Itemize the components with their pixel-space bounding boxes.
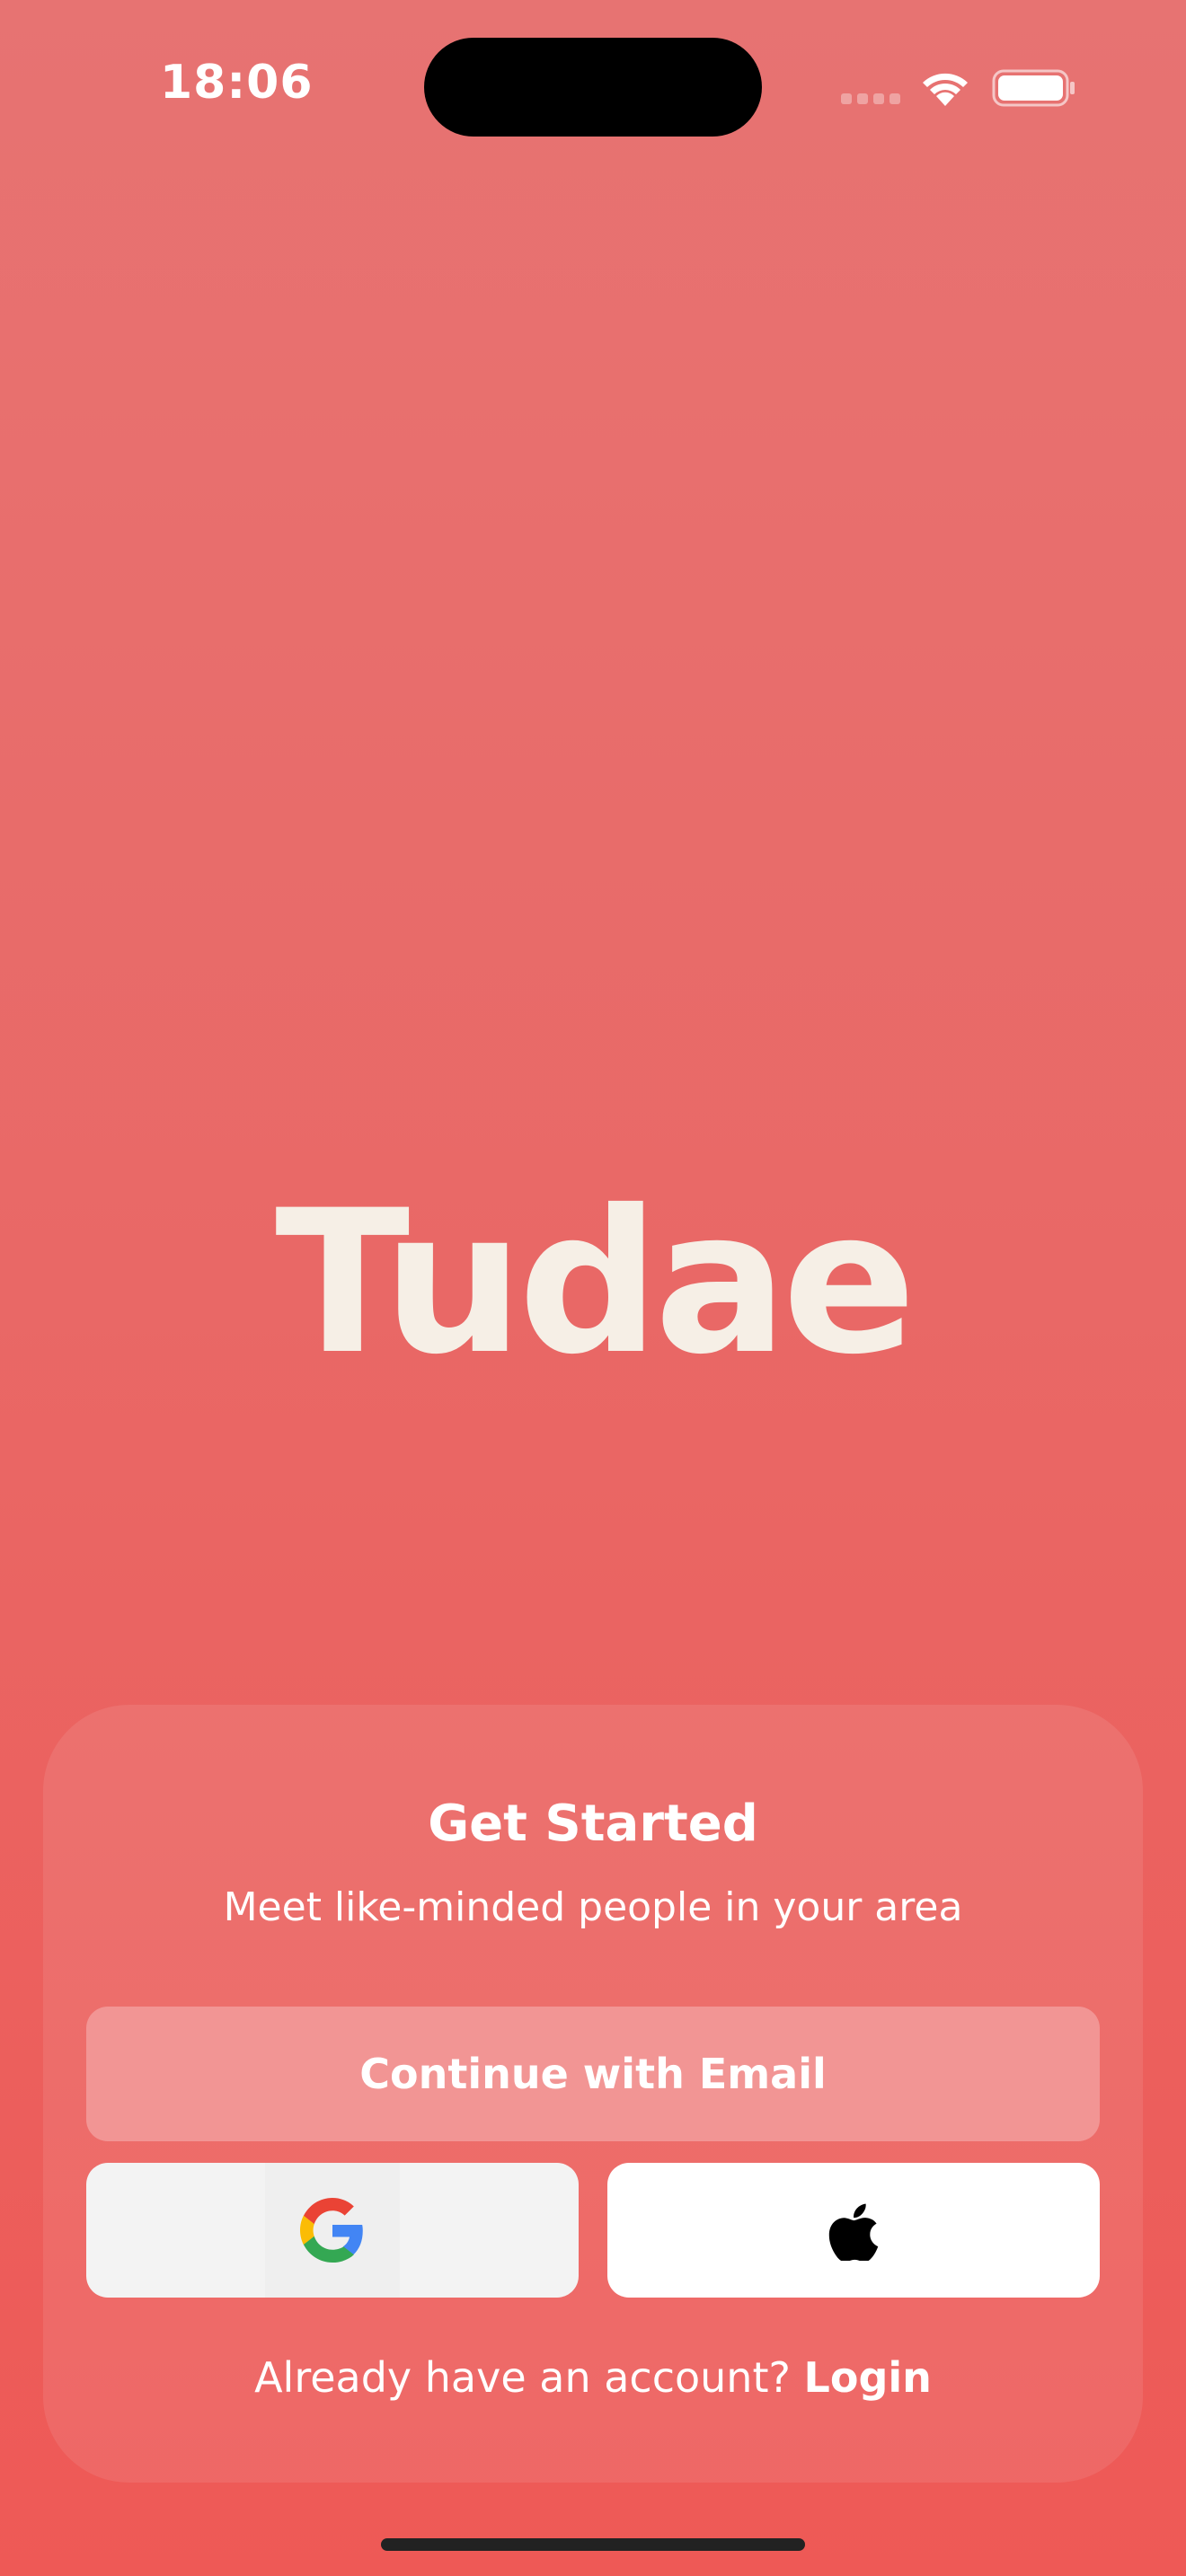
status-time: 18:06	[160, 56, 314, 110]
home-indicator[interactable]	[381, 2538, 805, 2551]
login-prompt-text: Already have an account?	[254, 2353, 804, 2402]
apple-icon	[828, 2203, 879, 2261]
card-title: Get Started	[428, 1795, 758, 1853]
card-subtitle: Meet like-minded people in your area	[223, 1884, 963, 1930]
google-sign-in-button[interactable]	[86, 2163, 579, 2298]
google-icon-container	[265, 2163, 400, 2298]
app-logo: Tudae	[275, 1168, 916, 1398]
google-icon	[300, 2198, 363, 2263]
battery-icon	[992, 69, 1075, 107]
apple-sign-in-button[interactable]	[607, 2163, 1100, 2298]
login-prompt: Already have an account? Login	[43, 2353, 1143, 2402]
get-started-card: Get Started Meet like-minded people in y…	[43, 1705, 1143, 2483]
login-link[interactable]: Login	[804, 2353, 932, 2402]
cellular-signal-icon	[841, 93, 900, 104]
wifi-icon	[923, 73, 968, 106]
dynamic-island	[424, 38, 762, 137]
continue-with-email-button[interactable]: Continue with Email	[86, 2007, 1100, 2141]
